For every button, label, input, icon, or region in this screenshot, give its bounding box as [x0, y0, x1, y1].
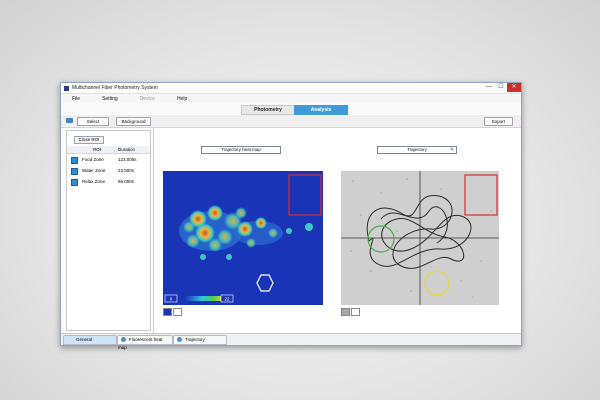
roi-color-icon[interactable] [71, 179, 78, 186]
edit-icon[interactable]: ✎ [450, 147, 454, 153]
background-button[interactable]: Background [116, 117, 151, 126]
roi-duration: 56.000s [118, 179, 135, 184]
duration-column-header: Duration [118, 147, 136, 152]
roi-name: Water Zone [82, 168, 106, 173]
export-button[interactable]: Export [484, 117, 513, 126]
minimize-button[interactable]: — [483, 83, 495, 92]
roi-color-icon[interactable] [71, 157, 78, 164]
roi-name: Food Zone [82, 157, 104, 162]
bottom-tab-bar: General Fluorescent heat map Trajectory [61, 333, 521, 350]
folder-icon[interactable] [66, 118, 73, 123]
roi-column-header: ROI [93, 147, 102, 152]
tab-fluorescent-heat-map[interactable]: Fluorescent heat map [117, 335, 173, 350]
tab-trajectory[interactable]: Trajectory [173, 335, 227, 345]
menu-file[interactable]: File [61, 96, 91, 102]
maximize-button[interactable]: ☐ [495, 83, 507, 92]
tab-trajectory-label: Trajectory [185, 337, 205, 342]
heatmap-icon [121, 337, 126, 343]
roi-row-relax[interactable]: Relax Zone 56.000s [67, 177, 150, 187]
roi-duration: 123.005s [118, 157, 137, 162]
tab-general[interactable]: General [63, 335, 117, 345]
window-title: Multichannel Fiber Photometry System [72, 85, 158, 91]
menu-device: Device [139, 95, 155, 102]
analysis-content: Close ROI ROI Duration Food Zone 123.005… [61, 128, 521, 333]
tab-general-label: General [76, 337, 93, 342]
roi-name: Relax Zone [82, 179, 106, 184]
roi-color-icon[interactable] [71, 168, 78, 175]
tab-photometry[interactable]: Photometry [241, 105, 295, 115]
heatmap-color-swatch[interactable] [163, 308, 172, 316]
main-tab-row: Photometry Analysis [61, 103, 521, 115]
trajectory-icon [177, 337, 182, 343]
tab-analysis[interactable]: Analysis [294, 105, 348, 115]
roi-panel: Close ROI ROI Duration Food Zone 123.005… [66, 130, 151, 331]
roi-table-header: ROI Duration [67, 146, 150, 154]
toolbar: Select Background Export [61, 115, 521, 128]
title-bar: Multichannel Fiber Photometry System — ☐… [61, 83, 521, 93]
select-button[interactable]: Select [77, 117, 109, 126]
roi-row-food[interactable]: Food Zone 123.005s [67, 155, 150, 165]
heatmap-view-select[interactable]: Trajectory heat map [201, 146, 281, 154]
panel-divider [153, 128, 154, 333]
colorbar-max: 22 [224, 297, 230, 302]
trajectory-heatmap[interactable]: 0 22 [163, 171, 323, 305]
roi-row-water[interactable]: Water Zone 23.500s [67, 166, 150, 176]
heatmap-alt-swatch[interactable] [173, 308, 182, 316]
close-button[interactable]: ✕ [507, 83, 521, 92]
menu-help[interactable]: Help [166, 96, 198, 102]
app-icon [64, 85, 69, 91]
trajectory-color-swatch[interactable] [341, 308, 350, 316]
trajectory-alt-swatch[interactable] [351, 308, 360, 316]
trajectory-view-select[interactable]: Trajectory ✎ [377, 146, 457, 154]
trajectory-view[interactable] [341, 171, 499, 305]
app-window: Multichannel Fiber Photometry System — ☐… [60, 82, 522, 350]
close-roi-button[interactable]: Close ROI [74, 136, 104, 144]
menu-bar: File Setting Device Help [61, 93, 521, 103]
roi-duration: 23.500s [118, 168, 135, 173]
trajectory-select-label: Trajectory [407, 147, 427, 152]
menu-setting[interactable]: Setting [91, 96, 129, 102]
